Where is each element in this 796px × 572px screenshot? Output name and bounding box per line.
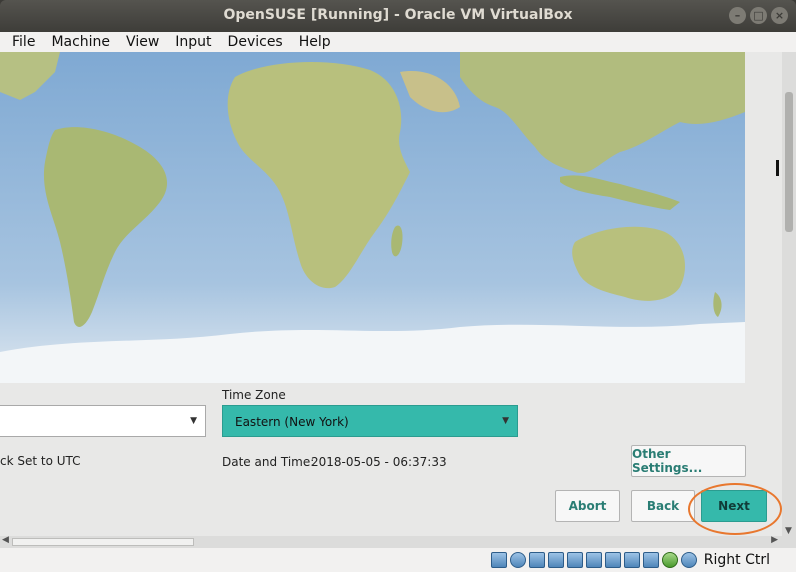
mouse-cursor xyxy=(776,160,779,176)
vertical-scrollbar[interactable]: ▼ xyxy=(776,52,796,536)
display-icon[interactable] xyxy=(604,552,621,568)
guest-additions-icon[interactable] xyxy=(661,552,678,568)
scroll-right-icon[interactable]: ▶ xyxy=(771,535,778,545)
window-controls: – □ × xyxy=(729,7,788,24)
network-icon[interactable] xyxy=(547,552,564,568)
timezone-select[interactable]: Eastern (New York) ▼ xyxy=(222,405,518,437)
horizontal-scroll-thumb[interactable] xyxy=(12,538,194,546)
window-titlebar[interactable]: OpenSUSE [Running] - Oracle VM VirtualBo… xyxy=(0,0,796,32)
audio-icon[interactable] xyxy=(528,552,545,568)
menu-view[interactable]: View xyxy=(118,32,167,52)
minimize-icon[interactable]: – xyxy=(729,7,746,24)
optical-drive-icon[interactable] xyxy=(509,552,526,568)
hardware-clock-utc-checkbox[interactable]: ck Set to UTC xyxy=(0,454,81,468)
window-title: OpenSUSE [Running] - Oracle VM VirtualBo… xyxy=(223,7,573,23)
world-map[interactable] xyxy=(0,52,745,383)
shared-folders-icon[interactable] xyxy=(585,552,602,568)
date-time-value: 2018-05-05 - 06:37:33 xyxy=(311,455,447,469)
keyboard-combo[interactable]: ▼ xyxy=(0,405,206,437)
next-button[interactable]: Next xyxy=(701,490,767,522)
timezone-value: Eastern (New York) xyxy=(235,415,349,429)
usb-icon[interactable] xyxy=(566,552,583,568)
other-settings-button[interactable]: Other Settings... xyxy=(631,445,746,477)
timezone-label: Time Zone xyxy=(222,388,286,402)
scroll-down-icon[interactable]: ▼ xyxy=(785,526,792,536)
horizontal-scrollbar[interactable]: ◀ ▶ xyxy=(0,535,796,548)
abort-button[interactable]: Abort xyxy=(555,490,620,522)
menubar: File Machine View Input Devices Help xyxy=(0,32,796,52)
hard-disk-icon[interactable] xyxy=(490,552,507,568)
host-key-label: Right Ctrl xyxy=(703,552,770,568)
menu-file[interactable]: File xyxy=(4,32,43,52)
dropdown-arrow-icon: ▼ xyxy=(190,416,197,426)
dropdown-arrow-icon: ▼ xyxy=(502,416,509,426)
video-capture-icon[interactable] xyxy=(623,552,640,568)
menu-devices[interactable]: Devices xyxy=(220,32,291,52)
close-icon[interactable]: × xyxy=(771,7,788,24)
menu-input[interactable]: Input xyxy=(167,32,219,52)
vm-display[interactable]: ▼ Time Zone Eastern (New York) ▼ ck Set … xyxy=(0,52,782,536)
vertical-scroll-thumb[interactable] xyxy=(785,92,793,232)
back-button[interactable]: Back xyxy=(631,490,695,522)
menu-help[interactable]: Help xyxy=(291,32,339,52)
mouse-integration-icon[interactable] xyxy=(680,552,697,568)
vm-statusbar: Right Ctrl xyxy=(0,548,796,572)
cpu-icon[interactable] xyxy=(642,552,659,568)
date-time-label: Date and Time: xyxy=(222,455,315,469)
menu-machine[interactable]: Machine xyxy=(43,32,118,52)
scroll-left-icon[interactable]: ◀ xyxy=(2,535,9,545)
maximize-icon[interactable]: □ xyxy=(750,7,767,24)
